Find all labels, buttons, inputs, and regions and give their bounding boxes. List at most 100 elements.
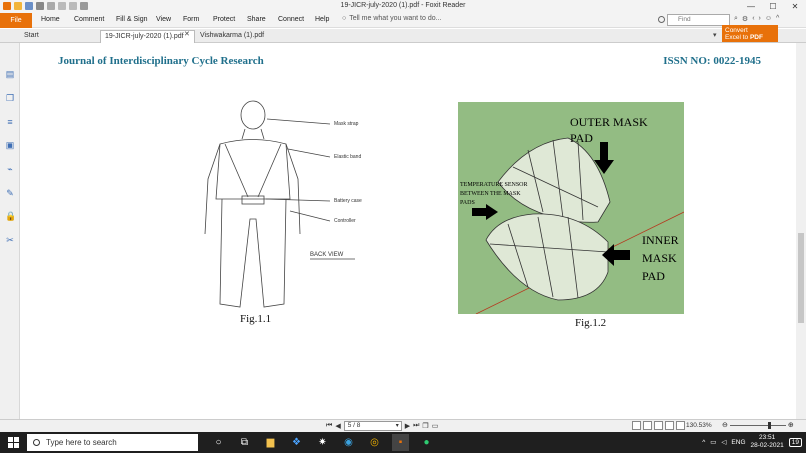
fig1-label-battery-case: Battery case [334, 198, 362, 204]
single-page-icon[interactable] [632, 421, 641, 430]
settings-icon[interactable]: ⚙ [742, 15, 748, 23]
status-bar: ⏮ ◀ 5 / 8 ▾ ▶ ⏭ ❐ ▭ 130.53% ⊖ ⊕ [0, 419, 806, 432]
convert-line2: Excel to [725, 34, 749, 41]
tab-label: Start [24, 32, 39, 39]
volume-icon[interactable]: ◁ [721, 438, 726, 446]
tab-vishwakarma[interactable]: Vishwakarma (1).pdf [196, 30, 276, 43]
zoom-in-icon[interactable]: ⊕ [788, 421, 794, 429]
copy-icon[interactable]: ❐ [422, 422, 428, 430]
back-icon[interactable]: ‹ [752, 15, 754, 23]
fig1-label-mask-strap: Mask strap [334, 121, 359, 127]
windows-taskbar: Type here to search ○ ⧉ ▆ ❖ ✷ ◉ ◎ ▪ ● ^ … [0, 432, 806, 453]
tell-me-box[interactable]: ○ Tell me what you want to do... [342, 15, 441, 22]
ribbon-menu: File Home Comment Fill & Sign View Form … [0, 13, 806, 28]
zoom-slider[interactable] [729, 421, 786, 429]
system-tray: ^ ▭ ◁ ENG 23:51 28-02-2021 19 [702, 434, 802, 450]
menu-share[interactable]: Share [247, 16, 266, 23]
comments-icon[interactable]: ▣ [5, 140, 15, 150]
foxit-reader-icon[interactable]: ▪ [392, 434, 409, 451]
fig2-label-temp-2: BETWEEN THE MASK [460, 191, 521, 197]
tools-icon[interactable]: ✂ [5, 235, 15, 245]
menu-fill-sign[interactable]: Fill & Sign [116, 16, 148, 23]
scroll-thumb[interactable] [798, 233, 804, 323]
zoom-out-icon[interactable]: ⊖ [722, 421, 728, 429]
dropbox-icon[interactable]: ❖ [288, 434, 305, 451]
layers-icon[interactable]: ≡ [5, 117, 15, 127]
last-page-icon[interactable]: ⏭ [413, 422, 419, 430]
attachment-icon[interactable]: ⌁ [5, 164, 15, 174]
search-icon[interactable]: ⌕ [734, 15, 738, 23]
first-page-icon[interactable]: ⏮ [326, 422, 332, 430]
title-bar: 19-JICR-july-2020 (1).pdf - Foxit Reader… [0, 0, 806, 13]
figure-1-1-sketch: Mask strap Elastic band Battery case Con… [204, 100, 362, 308]
page-navigation: ⏮ ◀ 5 / 8 ▾ ▶ ⏭ ❐ ▭ [326, 421, 438, 431]
page-number-input[interactable]: 5 / 8 ▾ [343, 421, 402, 431]
menu-view[interactable]: View [156, 16, 171, 23]
tab-start[interactable]: Start [20, 30, 100, 43]
navigation-panel: ▤ ❐ ≡ ▣ ⌁ ✎ 🔒 ✂ [0, 43, 20, 419]
search-icon [33, 439, 40, 446]
security-lock-icon[interactable]: 🔒 [5, 211, 16, 221]
continuous-page-icon[interactable] [643, 421, 652, 430]
cortana-icon[interactable]: ○ [210, 434, 227, 451]
taskbar-apps: ○ ⧉ ▆ ❖ ✷ ◉ ◎ ▪ ● [210, 434, 435, 451]
ribbon-toggle-icon[interactable]: ^ [776, 15, 779, 23]
page-layout-icon[interactable]: ▭ [432, 422, 439, 430]
bookmark-icon[interactable]: ▤ [5, 69, 15, 79]
fig1-label-elastic-band: Elastic band [334, 154, 361, 160]
close-icon[interactable]: ✕ [184, 30, 190, 38]
pages-icon[interactable]: ❐ [5, 93, 15, 103]
network-icon[interactable]: ▭ [710, 438, 716, 446]
clock-time: 23:51 [759, 434, 776, 441]
fig2-label-outer-1: OUTER MASK [570, 115, 648, 129]
document-view[interactable]: Journal of Interdisciplinary Cycle Resea… [20, 43, 796, 419]
chrome-icon[interactable]: ◎ [366, 434, 383, 451]
facing-page-icon[interactable] [654, 421, 663, 430]
figure-1-2-caption: Fig.1.2 [575, 317, 607, 329]
file-explorer-icon[interactable]: ▆ [262, 434, 279, 451]
vertical-scrollbar[interactable] [796, 43, 806, 419]
zoom-slider-knob[interactable] [767, 421, 771, 429]
fit-width-icon[interactable] [676, 421, 685, 430]
fig2-label-inner-1: INNER [642, 233, 679, 247]
settings-icon[interactable]: ✷ [314, 434, 331, 451]
menu-comment[interactable]: Comment [74, 16, 104, 23]
menu-help[interactable]: Help [315, 16, 329, 23]
file-menu-button[interactable]: File [0, 13, 32, 28]
language-indicator[interactable]: ENG [731, 439, 745, 446]
view-mode-icons [632, 421, 685, 430]
chevron-up-icon[interactable]: ^ [702, 439, 705, 446]
menu-protect[interactable]: Protect [213, 16, 235, 23]
figure-1-1-caption: Fig.1.1 [240, 313, 272, 325]
menu-home[interactable]: Home [41, 16, 60, 23]
tab-19-jicr[interactable]: 19-JICR-july-2020 (1).pdf [100, 30, 195, 43]
clock[interactable]: 23:51 28-02-2021 [751, 434, 784, 450]
taskbar-search-input[interactable]: Type here to search [27, 434, 198, 451]
lightbulb-icon: ○ [342, 15, 347, 22]
task-view-icon[interactable]: ⧉ [236, 434, 253, 451]
edge-icon[interactable]: ◉ [340, 434, 357, 451]
chevron-down-icon[interactable]: ▾ [713, 31, 717, 39]
app-icon[interactable]: ● [418, 434, 435, 451]
menu-connect[interactable]: Connect [278, 16, 304, 23]
zoom-level[interactable]: 130.53% [686, 422, 712, 429]
continuous-facing-icon[interactable] [665, 421, 674, 430]
tab-label: 19-JICR-july-2020 (1).pdf [105, 33, 184, 40]
taskbar-search-placeholder: Type here to search [46, 438, 117, 447]
convert-excel-to-pdf-button[interactable]: Convert Excel to PDF [722, 25, 778, 42]
prev-page-icon[interactable]: ◀ [335, 422, 340, 430]
maximize-button[interactable]: ☐ [762, 0, 784, 13]
find-toggle-icon[interactable] [658, 16, 665, 23]
profile-icon[interactable]: ☺ [765, 15, 772, 23]
find-input[interactable]: Find [667, 14, 730, 26]
windows-start-icon[interactable] [8, 437, 19, 448]
chevron-down-icon: ▾ [395, 423, 399, 429]
close-button[interactable]: ✕ [784, 0, 806, 13]
notification-badge[interactable]: 19 [788, 437, 802, 447]
next-page-icon[interactable]: ▶ [405, 422, 410, 430]
minimize-button[interactable]: — [740, 0, 762, 13]
fig1-label-controller: Controller [334, 218, 356, 224]
forward-icon[interactable]: › [759, 15, 761, 23]
signature-icon[interactable]: ✎ [5, 188, 15, 198]
menu-form[interactable]: Form [183, 16, 199, 23]
